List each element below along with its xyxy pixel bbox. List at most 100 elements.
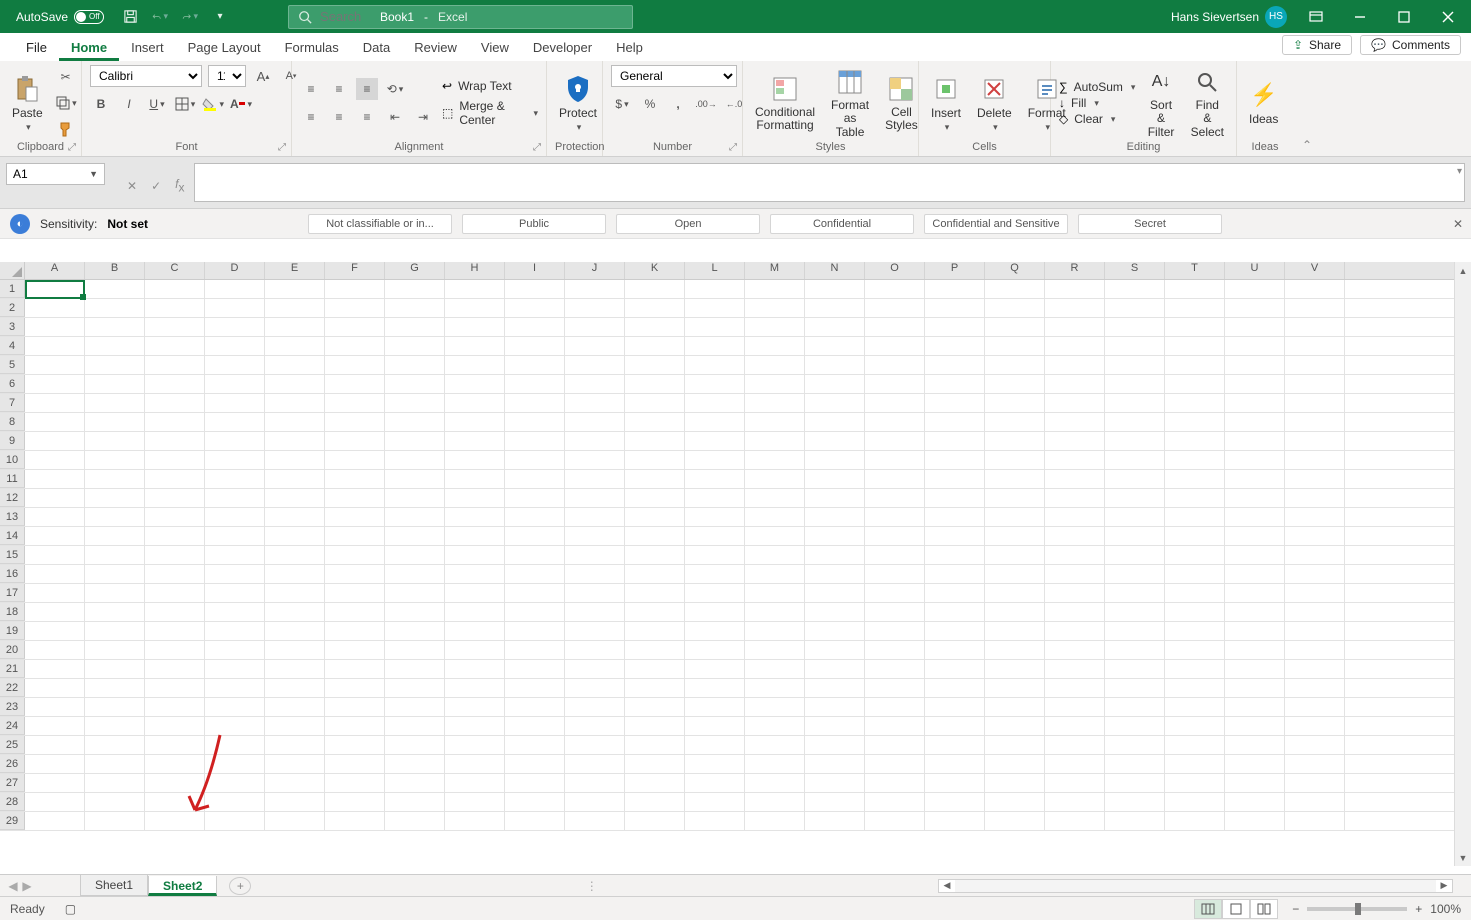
column-header-B[interactable]: B <box>85 262 145 279</box>
cell[interactable] <box>205 299 265 317</box>
decrease-decimal-icon[interactable]: ←.0 <box>723 93 745 115</box>
cell[interactable] <box>625 337 685 355</box>
cell[interactable] <box>145 527 205 545</box>
cell[interactable] <box>1045 641 1105 659</box>
scroll-right-icon[interactable]: ▶ <box>1436 880 1452 892</box>
cell[interactable] <box>145 812 205 830</box>
cell[interactable] <box>1285 318 1345 336</box>
fill-color-icon[interactable]: ▾ <box>202 93 224 115</box>
sensitivity-option-public[interactable]: Public <box>462 214 606 234</box>
cell[interactable] <box>385 375 445 393</box>
cell[interactable] <box>325 451 385 469</box>
cell[interactable] <box>985 356 1045 374</box>
cell[interactable] <box>85 489 145 507</box>
cell[interactable] <box>565 774 625 792</box>
cell-styles-button[interactable]: Cell Styles <box>881 72 922 134</box>
cell[interactable] <box>1045 451 1105 469</box>
cell[interactable] <box>985 527 1045 545</box>
select-all-corner[interactable] <box>0 262 25 279</box>
ribbon-display-options-icon[interactable] <box>1301 2 1331 32</box>
cell[interactable] <box>505 622 565 640</box>
cell[interactable] <box>745 432 805 450</box>
cell[interactable] <box>1285 280 1345 298</box>
cell[interactable] <box>805 736 865 754</box>
view-page-break-icon[interactable] <box>1250 899 1278 919</box>
cell[interactable] <box>685 546 745 564</box>
cell[interactable] <box>1105 641 1165 659</box>
row-header-2[interactable]: 2 <box>0 299 25 317</box>
sort-filter-button[interactable]: A↓Sort & Filter <box>1143 65 1178 141</box>
column-header-G[interactable]: G <box>385 262 445 279</box>
cell[interactable] <box>745 337 805 355</box>
align-right-icon[interactable]: ≡ <box>356 106 378 128</box>
cell[interactable] <box>1045 356 1105 374</box>
cell[interactable] <box>25 622 85 640</box>
cell[interactable] <box>205 280 265 298</box>
cell[interactable] <box>1165 356 1225 374</box>
comma-format-icon[interactable]: , <box>667 93 689 115</box>
cell[interactable] <box>865 318 925 336</box>
align-middle-icon[interactable]: ≡ <box>328 78 350 100</box>
cell[interactable] <box>1105 318 1165 336</box>
cell[interactable] <box>865 622 925 640</box>
cell[interactable] <box>205 318 265 336</box>
cell[interactable] <box>985 375 1045 393</box>
column-header-L[interactable]: L <box>685 262 745 279</box>
column-header-M[interactable]: M <box>745 262 805 279</box>
cell[interactable] <box>985 717 1045 735</box>
scroll-left-icon[interactable]: ◀ <box>939 880 955 892</box>
cell[interactable] <box>265 755 325 773</box>
cell[interactable] <box>1225 413 1285 431</box>
cell[interactable] <box>445 432 505 450</box>
cell[interactable] <box>385 812 445 830</box>
row-header-16[interactable]: 16 <box>0 565 25 583</box>
cell[interactable] <box>1225 698 1285 716</box>
cell[interactable] <box>1285 337 1345 355</box>
cell[interactable] <box>1285 565 1345 583</box>
cell[interactable] <box>85 413 145 431</box>
paste-button[interactable]: Paste▾ <box>8 72 47 135</box>
cell[interactable] <box>445 736 505 754</box>
cell[interactable] <box>685 356 745 374</box>
row-header-22[interactable]: 22 <box>0 679 25 697</box>
cell[interactable] <box>505 774 565 792</box>
cell[interactable] <box>205 755 265 773</box>
cell[interactable] <box>565 603 625 621</box>
cell[interactable] <box>985 698 1045 716</box>
cell[interactable] <box>505 299 565 317</box>
cell[interactable] <box>325 603 385 621</box>
sheet-nav[interactable]: ◀▶ <box>0 879 40 893</box>
cell[interactable] <box>1225 603 1285 621</box>
tab-help[interactable]: Help <box>604 34 655 61</box>
cell[interactable] <box>505 698 565 716</box>
cell[interactable] <box>865 793 925 811</box>
cell[interactable] <box>1105 755 1165 773</box>
cell[interactable] <box>865 736 925 754</box>
cell[interactable] <box>805 717 865 735</box>
cell[interactable] <box>205 736 265 754</box>
cell[interactable] <box>145 394 205 412</box>
format-painter-icon[interactable] <box>55 118 77 140</box>
cell[interactable] <box>145 603 205 621</box>
cell[interactable] <box>625 812 685 830</box>
cell[interactable] <box>1045 622 1105 640</box>
cell[interactable] <box>1165 394 1225 412</box>
cell[interactable] <box>685 641 745 659</box>
cell[interactable] <box>565 508 625 526</box>
cell[interactable] <box>325 527 385 545</box>
cell[interactable] <box>925 337 985 355</box>
scroll-up-icon[interactable]: ▲ <box>1455 262 1471 279</box>
cell[interactable] <box>625 660 685 678</box>
cell[interactable] <box>1165 717 1225 735</box>
cell[interactable] <box>985 394 1045 412</box>
cell[interactable] <box>685 717 745 735</box>
cell[interactable] <box>85 793 145 811</box>
cell[interactable] <box>1225 394 1285 412</box>
cell[interactable] <box>985 299 1045 317</box>
row-header-19[interactable]: 19 <box>0 622 25 640</box>
cell[interactable] <box>685 584 745 602</box>
cell[interactable] <box>685 299 745 317</box>
cell[interactable] <box>685 451 745 469</box>
cell[interactable] <box>265 565 325 583</box>
cell[interactable] <box>625 432 685 450</box>
